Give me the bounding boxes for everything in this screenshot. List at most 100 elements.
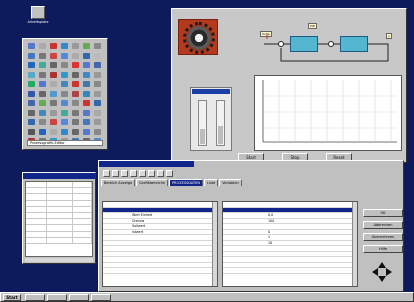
symbol-icon[interactable] — [48, 90, 58, 99]
symbol-icon[interactable] — [37, 71, 47, 80]
tab-0[interactable]: Bereich Anzeige — [101, 179, 136, 186]
table-scrollbar[interactable] — [25, 258, 93, 262]
object-list-scrollbar[interactable] — [212, 202, 217, 286]
symbol-icon[interactable] — [81, 128, 91, 137]
symbol-icon[interactable] — [48, 52, 58, 61]
symbol-icon[interactable] — [59, 71, 69, 80]
symbol-icon[interactable] — [37, 80, 47, 89]
symbol-icon[interactable] — [81, 52, 91, 61]
symbol-icon[interactable] — [59, 61, 69, 70]
symbol-icon[interactable] — [92, 80, 102, 89]
ok-button[interactable]: OK — [363, 209, 403, 217]
symbol-icon[interactable] — [81, 90, 91, 99]
symbol-icon[interactable] — [81, 80, 91, 89]
symbol-icon[interactable] — [48, 71, 58, 80]
level-gauge-1[interactable] — [198, 100, 207, 146]
help-icon[interactable] — [166, 170, 173, 177]
symbol-icon[interactable] — [70, 118, 80, 127]
direction-pad[interactable] — [371, 261, 393, 283]
symbol-icon[interactable] — [26, 128, 36, 137]
symbol-icon[interactable] — [59, 52, 69, 61]
tab-3[interactable]: Liste — [204, 179, 219, 186]
symbol-icon[interactable] — [70, 90, 80, 99]
symbol-icon[interactable] — [26, 118, 36, 127]
symbol-icon[interactable] — [59, 42, 69, 51]
symbol-icon[interactable] — [48, 61, 58, 70]
symbol-icon[interactable] — [81, 42, 91, 51]
tab-2[interactable]: PROZESSDATEN — [168, 179, 204, 186]
symbol-icon[interactable] — [92, 42, 102, 51]
desktop-icon-my-computer[interactable]: Arbeitsplatz — [26, 6, 50, 24]
symbol-icon[interactable] — [48, 109, 58, 118]
symbol-icon[interactable] — [70, 52, 80, 61]
symbol-icon[interactable] — [48, 118, 58, 127]
symbol-icon[interactable] — [92, 118, 102, 127]
motor-image[interactable] — [178, 19, 218, 55]
symbol-icon[interactable] — [92, 52, 102, 61]
property-list-scrollbar[interactable] — [352, 202, 357, 286]
symbol-icon[interactable] — [37, 99, 47, 108]
symbol-icon[interactable] — [70, 109, 80, 118]
taskbar-item-1[interactable] — [25, 294, 45, 301]
open-icon[interactable] — [112, 170, 119, 177]
symbol-icon[interactable] — [59, 90, 69, 99]
symbol-icon[interactable] — [37, 90, 47, 99]
symbol-icon[interactable] — [92, 109, 102, 118]
cancel-button[interactable]: Abbrechen — [363, 221, 403, 229]
symbol-icon[interactable] — [26, 80, 36, 89]
paste-icon[interactable] — [148, 170, 155, 177]
taskbar-item-2[interactable] — [47, 294, 67, 301]
symbol-icon[interactable] — [26, 109, 36, 118]
tab-4[interactable]: Variablen — [219, 179, 242, 186]
symbol-icon[interactable] — [37, 52, 47, 61]
taskbar-item-4[interactable] — [91, 294, 111, 301]
cut-icon[interactable] — [130, 170, 137, 177]
symbol-icon[interactable] — [92, 99, 102, 108]
new-icon[interactable] — [103, 170, 110, 177]
symbol-icon[interactable] — [70, 99, 80, 108]
symbol-icon[interactable] — [92, 90, 102, 99]
symbol-icon[interactable] — [37, 128, 47, 137]
symbol-icon[interactable] — [26, 42, 36, 51]
symbol-icon[interactable] — [26, 52, 36, 61]
symbol-icon[interactable] — [70, 71, 80, 80]
symbol-icon[interactable] — [81, 71, 91, 80]
table-row[interactable] — [26, 237, 92, 244]
symbol-icon[interactable] — [92, 128, 102, 137]
symbol-icon[interactable] — [59, 118, 69, 127]
symbol-icon[interactable] — [70, 42, 80, 51]
symbol-icon[interactable] — [59, 128, 69, 137]
print-icon[interactable] — [157, 170, 164, 177]
symbol-icon[interactable] — [48, 128, 58, 137]
symbol-icon[interactable] — [59, 99, 69, 108]
level-gauge-2[interactable] — [216, 100, 225, 146]
tab-1[interactable]: Grafikbereiche — [136, 179, 168, 186]
symbol-icon[interactable] — [37, 61, 47, 70]
symbol-icon[interactable] — [48, 80, 58, 89]
symbol-icon[interactable] — [81, 109, 91, 118]
list-item[interactable] — [223, 268, 357, 274]
symbol-icon[interactable] — [37, 109, 47, 118]
save-icon[interactable] — [121, 170, 128, 177]
symbol-icon[interactable] — [48, 99, 58, 108]
symbol-icon[interactable] — [26, 71, 36, 80]
symbol-icon[interactable] — [26, 99, 36, 108]
symbol-icon[interactable] — [70, 61, 80, 70]
symbol-icon[interactable] — [70, 80, 80, 89]
start-menu-button[interactable]: Start — [3, 294, 21, 301]
symbol-icon[interactable] — [37, 42, 47, 51]
taskbar-item-3[interactable] — [69, 294, 89, 301]
symbol-icon[interactable] — [26, 61, 36, 70]
symbol-icon[interactable] — [81, 99, 91, 108]
copy-icon[interactable] — [139, 170, 146, 177]
symbol-icon[interactable] — [70, 128, 80, 137]
symbol-icon[interactable] — [37, 118, 47, 127]
symbol-icon[interactable] — [81, 118, 91, 127]
symbol-icon[interactable] — [48, 42, 58, 51]
help-button[interactable]: Hilfe — [363, 245, 403, 253]
apply-button[interactable]: Übernehmen — [363, 233, 403, 241]
symbol-icon[interactable] — [92, 71, 102, 80]
symbol-icon[interactable] — [59, 109, 69, 118]
symbol-icon[interactable] — [81, 61, 91, 70]
symbol-icon[interactable] — [59, 80, 69, 89]
